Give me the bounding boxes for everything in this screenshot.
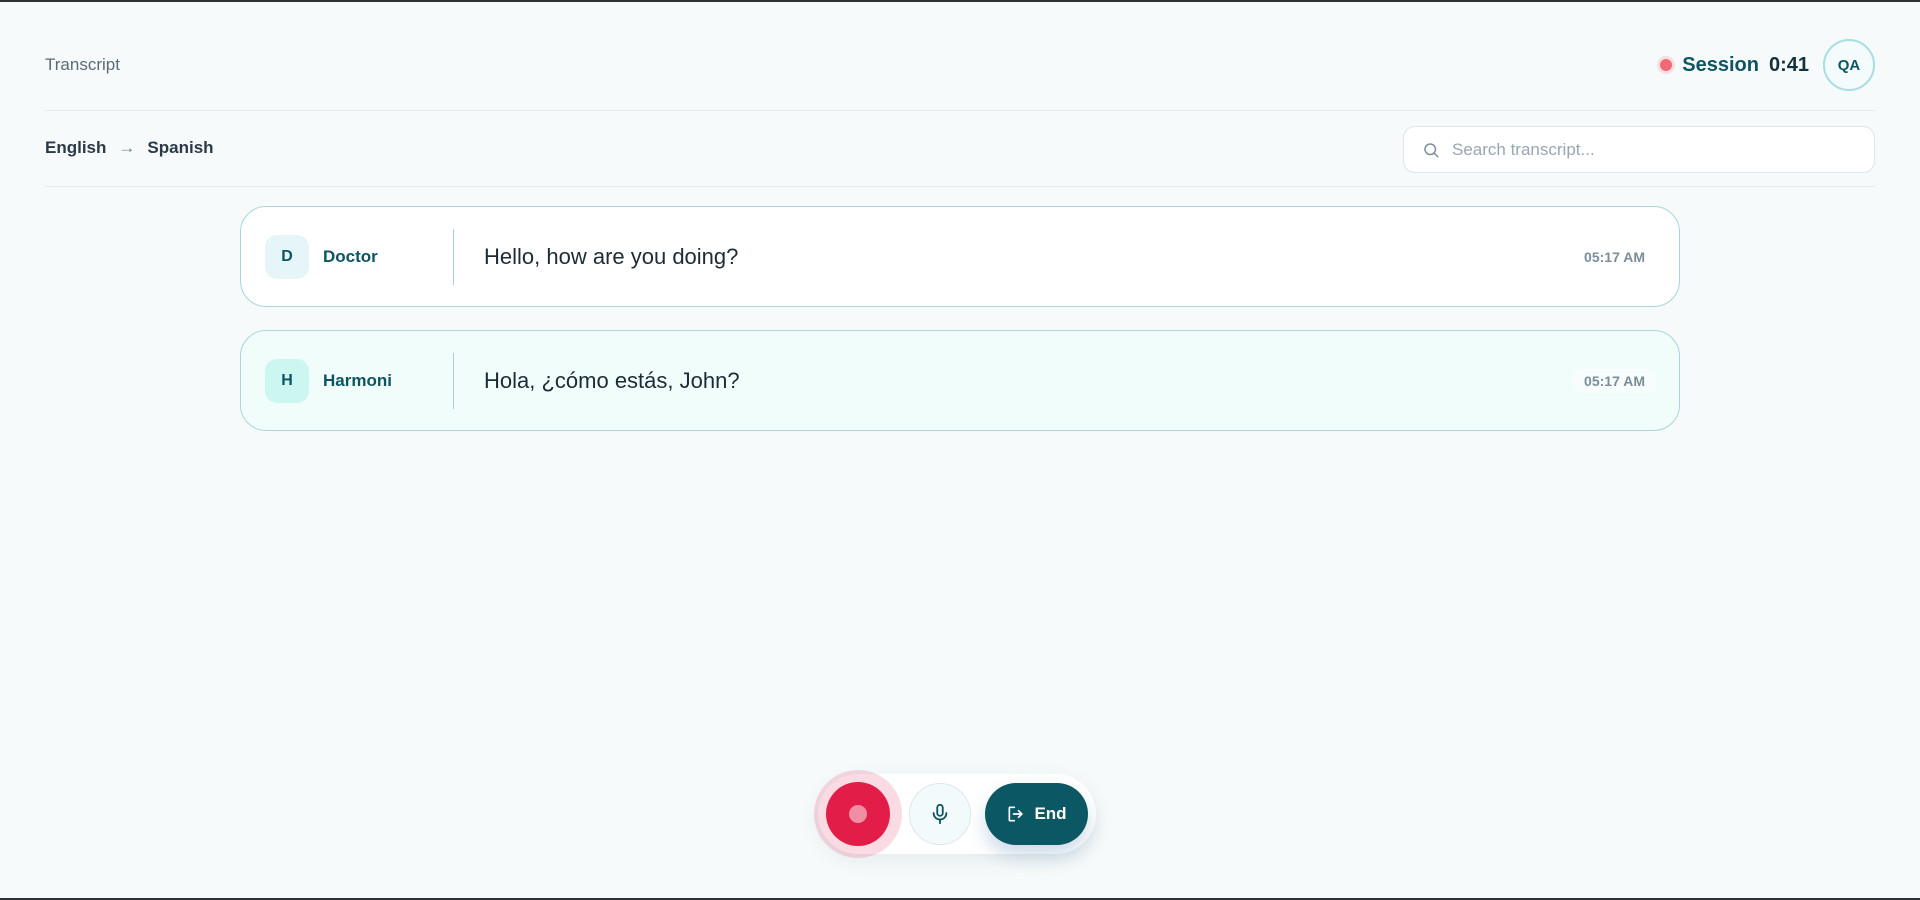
microphone-button[interactable]	[909, 783, 971, 845]
top-header: Transcript Session 0:41 QA	[45, 2, 1875, 111]
speaker-name: Doctor	[323, 246, 378, 266]
speaker-initial: D	[265, 234, 309, 279]
message-timestamp: 05:17 AM	[1572, 369, 1657, 393]
message-timestamp: 05:17 AM	[1584, 249, 1645, 265]
transcript-entry[interactable]: H Harmoni Hola, ¿cómo estás, John? 05:17…	[240, 330, 1680, 431]
search-box[interactable]	[1403, 126, 1875, 173]
message-text: Hola, ¿cómo estás, John?	[484, 367, 740, 393]
session-label: Session	[1682, 53, 1759, 76]
transcript-list: D Doctor Hello, how are you doing? 05:17…	[240, 206, 1680, 454]
divider	[453, 228, 454, 285]
session-timer: 0:41	[1768, 53, 1809, 76]
exit-icon	[1008, 806, 1024, 822]
search-input[interactable]	[1452, 139, 1874, 160]
record-icon	[849, 805, 867, 823]
target-language: Spanish	[147, 138, 214, 157]
divider	[453, 352, 454, 409]
end-session-button[interactable]: End	[985, 783, 1088, 845]
recording-indicator-icon	[1660, 59, 1673, 71]
message-text: Hello, how are you doing?	[484, 243, 739, 269]
source-language: English	[45, 138, 107, 157]
session-status: Session 0:41 QA	[1660, 39, 1875, 91]
user-avatar[interactable]: QA	[1823, 39, 1875, 91]
end-button-label: End	[1034, 804, 1067, 823]
record-button-inner	[826, 782, 890, 846]
search-icon	[1424, 142, 1439, 157]
control-bar: End	[814, 770, 1096, 858]
record-button[interactable]	[814, 770, 902, 858]
speaker-name: Harmoni	[323, 370, 392, 390]
arrow-right-icon: →	[118, 138, 136, 157]
speaker-initial: H	[265, 358, 309, 403]
microphone-icon	[932, 803, 948, 825]
transcript-entry[interactable]: D Doctor Hello, how are you doing? 05:17…	[240, 206, 1680, 307]
toolbar: English → Spanish	[45, 111, 1875, 187]
page-title: Transcript	[45, 55, 120, 74]
language-pair[interactable]: English → Spanish	[45, 138, 214, 158]
